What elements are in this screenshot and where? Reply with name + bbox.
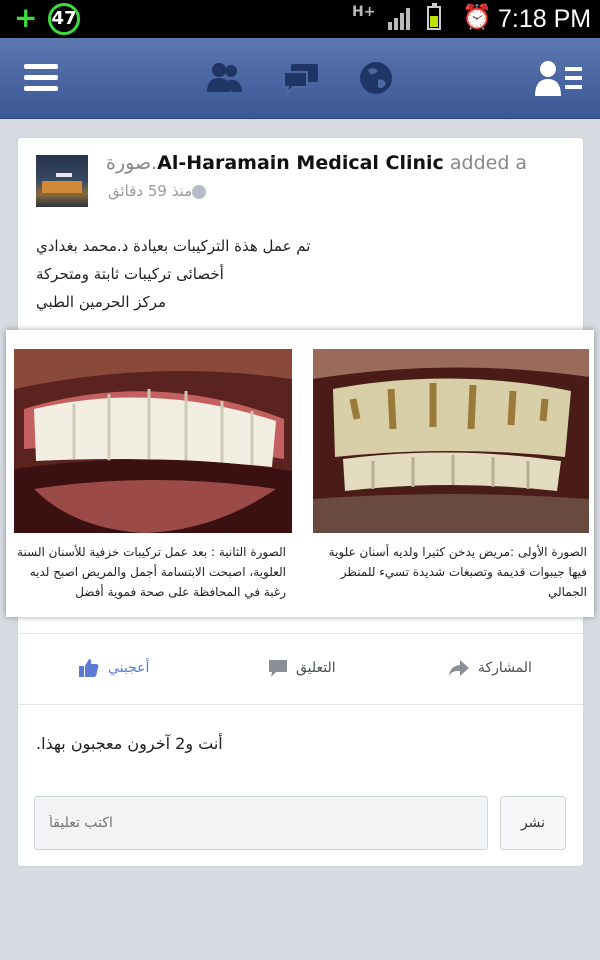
post-meta: منذ 59 دقائق (108, 182, 210, 200)
signal-icon (388, 8, 410, 30)
comment-label: التعليق (296, 660, 336, 676)
messages-icon[interactable] (281, 58, 321, 98)
likes-summary[interactable]: أنت و2 آخرون معجبون بهذا. (36, 734, 223, 753)
like-label: أعجبني (108, 660, 150, 676)
notification-count-badge: 47 (48, 3, 80, 35)
post-action-suffix: صورة. (106, 152, 158, 174)
post-comment-button[interactable]: نشر (500, 796, 566, 850)
add-icon: + (14, 1, 38, 34)
post-text: تم عمل هذة التركيبات بعيادة د.محمد بغداد… (36, 232, 336, 316)
notifications-globe-icon[interactable] (356, 58, 396, 98)
post-header: صورة.Al-Haramain Medical Clinic added a (106, 152, 566, 174)
thumbs-up-icon (79, 659, 99, 677)
comment-button[interactable]: التعليق (268, 658, 336, 678)
post-photo[interactable]: الصورة الثانية : بعد عمل تركيبات خزفية ل… (6, 330, 594, 617)
before-teeth-image (313, 349, 589, 533)
divider (18, 633, 583, 634)
page-name-link[interactable]: Al-Haramain Medical Clinic (157, 152, 444, 174)
status-bar: + 47 H+ ⏰ 7:18 PM (0, 0, 600, 38)
share-arrow-icon (449, 660, 469, 676)
friends-list-icon[interactable] (534, 58, 584, 98)
post-text-line: أخصائى تركيبات ثابتة ومتحركة (36, 265, 224, 283)
post-timestamp[interactable]: منذ 59 دقائق (108, 182, 192, 200)
comment-input-wrapper[interactable] (34, 796, 488, 850)
top-navigation-bar (0, 38, 600, 119)
post-text-line: مركز الحرمين الطبي (36, 293, 167, 311)
post-action-text: added a (449, 152, 528, 174)
after-teeth-image (14, 349, 292, 533)
divider (18, 704, 583, 705)
public-globe-icon (192, 184, 207, 199)
comment-input[interactable] (35, 797, 487, 849)
menu-icon[interactable] (24, 64, 58, 92)
network-type-label: H+ (352, 4, 376, 20)
alarm-icon: ⏰ (462, 3, 492, 31)
photo-caption-after: الصورة الثانية : بعد عمل تركيبات خزفية ل… (17, 545, 286, 599)
photo-caption-before: الصورة الأولى :مريض يدخن كثيرا ولديه أسن… (328, 545, 587, 599)
post-text-line: تم عمل هذة التركيبات بعيادة د.محمد بغداد… (36, 237, 311, 255)
page-avatar[interactable] (36, 155, 88, 207)
clock-time: 7:18 PM (498, 5, 592, 33)
comment-icon (269, 660, 287, 677)
share-button[interactable]: المشاركة (448, 658, 532, 678)
friend-requests-icon[interactable] (204, 58, 244, 98)
battery-icon (427, 3, 441, 30)
share-label: المشاركة (478, 660, 532, 676)
like-button[interactable]: أعجبني (78, 658, 149, 678)
